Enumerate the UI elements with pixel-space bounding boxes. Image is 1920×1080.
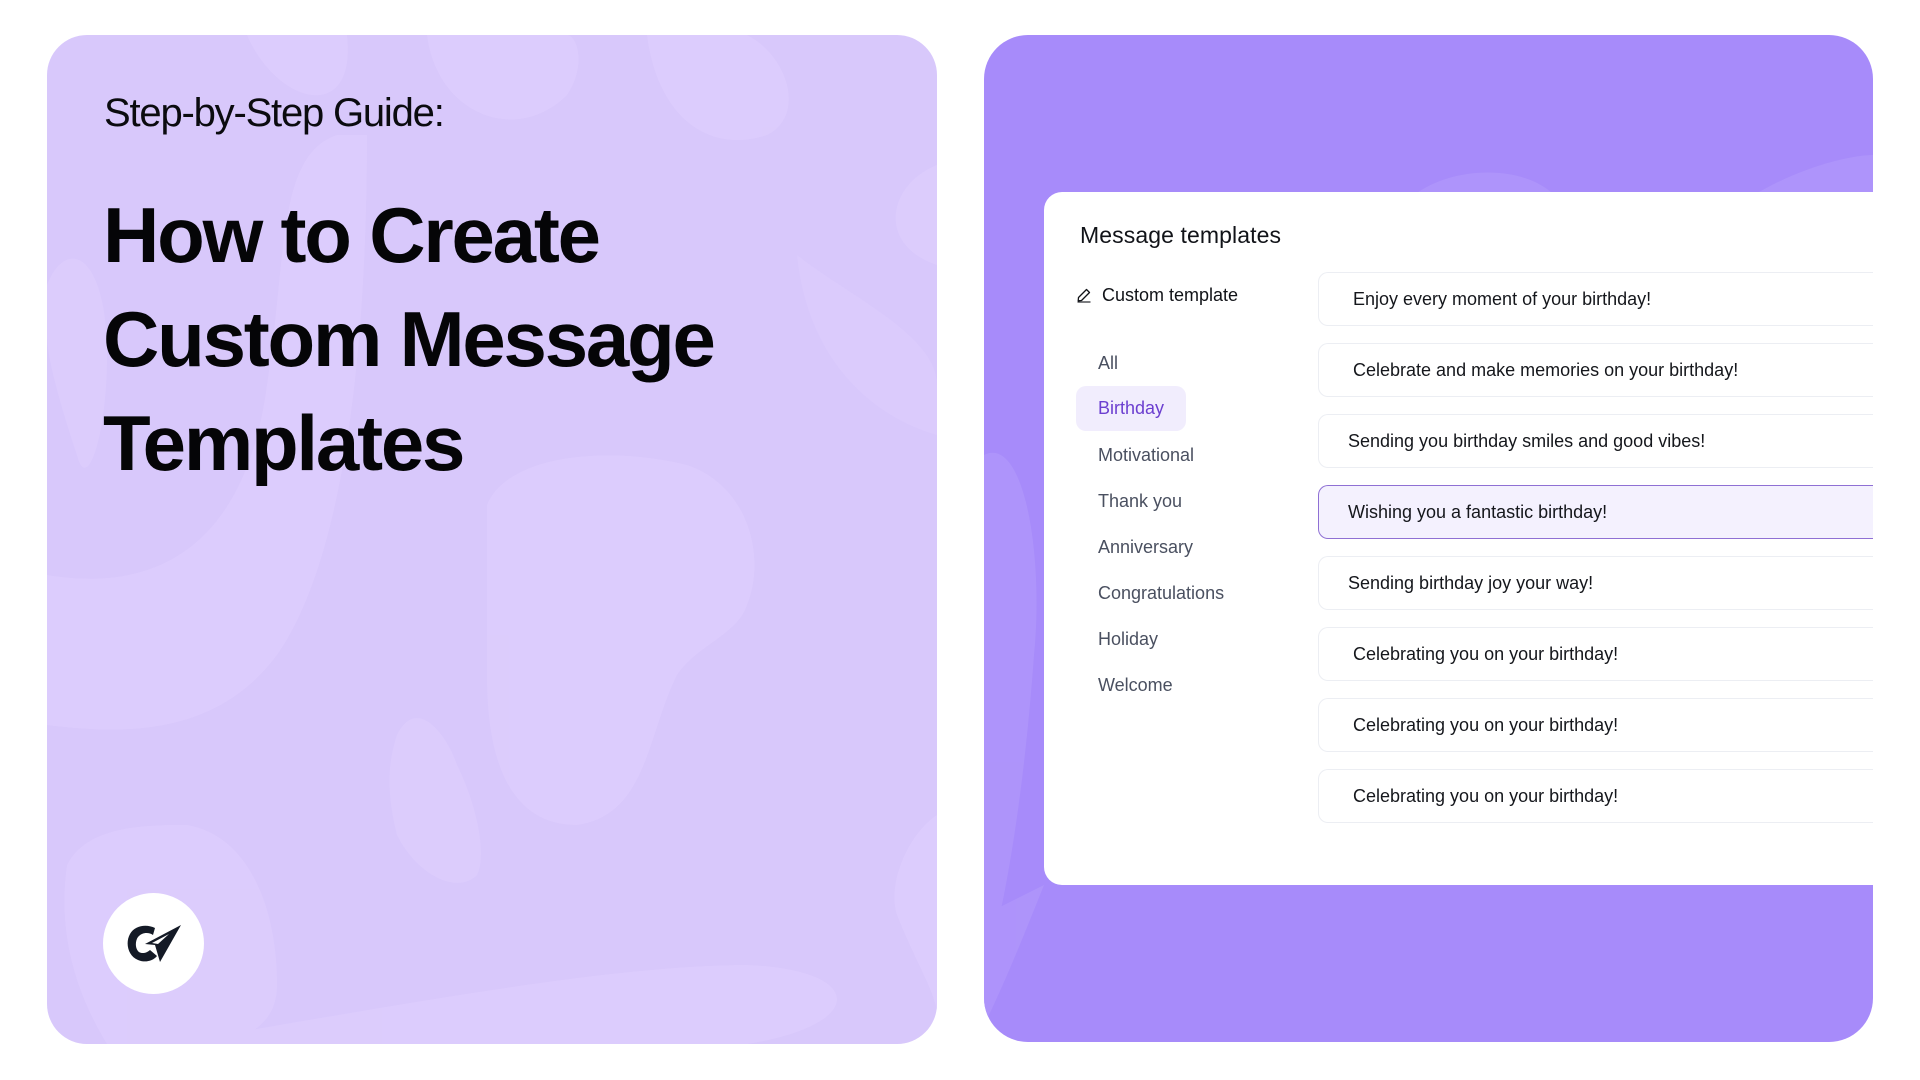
template-item[interactable]: Celebrating you on your birthday! xyxy=(1318,627,1873,681)
guide-headline: How to Create Custom Message Templates xyxy=(103,183,923,495)
brand-logo xyxy=(103,893,204,994)
guide-cover-panel: Step-by-Step Guide: How to Create Custom… xyxy=(47,35,937,1044)
category-birthday[interactable]: Birthday xyxy=(1076,386,1187,431)
category-motivational[interactable]: Motivational xyxy=(1076,432,1216,478)
template-item[interactable]: Sending birthday joy your way! xyxy=(1318,556,1873,610)
headline-line: Custom Message xyxy=(103,295,716,383)
category-thank-you[interactable]: Thank you xyxy=(1076,478,1204,524)
template-item[interactable]: Celebrating you on your birthday! xyxy=(1318,769,1873,823)
template-list: Enjoy every moment of your birthday! Cel… xyxy=(1318,272,1873,840)
custom-template-label: Custom template xyxy=(1102,284,1239,305)
custom-template-button[interactable]: Custom template xyxy=(1076,280,1238,310)
headline-line: Templates xyxy=(103,399,465,487)
message-templates-dialog: Message templates Custom template All Bi… xyxy=(1044,192,1873,885)
category-holiday[interactable]: Holiday xyxy=(1076,616,1180,662)
category-list: All Birthday Motivational Thank you Anni… xyxy=(1076,340,1276,708)
pencil-icon xyxy=(1077,288,1091,303)
category-anniversary[interactable]: Anniversary xyxy=(1076,524,1215,570)
template-item[interactable]: Celebrate and make memories on your birt… xyxy=(1318,343,1873,397)
dialog-title: Message templates xyxy=(1080,222,1282,248)
template-item[interactable]: Celebrating you on your birthday! xyxy=(1318,698,1873,752)
headline-line: How to Create xyxy=(103,191,601,279)
brand-logo-g-arrow-icon xyxy=(127,924,181,962)
category-welcome[interactable]: Welcome xyxy=(1076,662,1195,708)
template-item[interactable]: Sending you birthday smiles and good vib… xyxy=(1318,414,1873,468)
category-congratulations[interactable]: Congratulations xyxy=(1076,570,1246,616)
category-all[interactable]: All xyxy=(1076,340,1140,386)
template-item[interactable]: Enjoy every moment of your birthday! xyxy=(1318,272,1873,326)
template-item-selected[interactable]: Wishing you a fantastic birthday! xyxy=(1318,485,1873,539)
guide-subtitle: Step-by-Step Guide: xyxy=(104,91,445,135)
app-preview-panel: Message templates Custom template All Bi… xyxy=(984,35,1873,1042)
